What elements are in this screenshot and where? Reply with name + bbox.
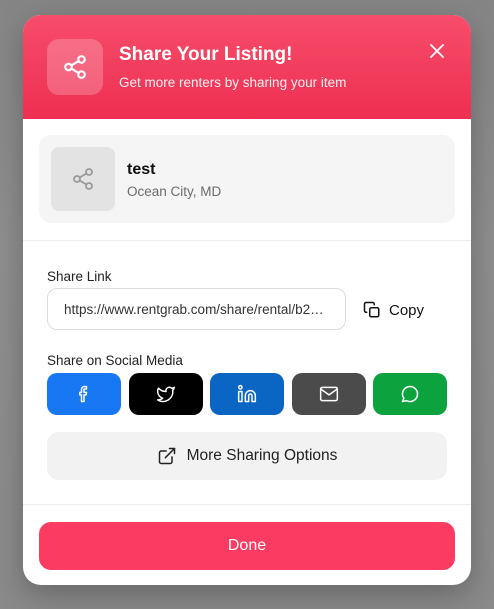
share-icon [73, 168, 93, 190]
listing-card: test Ocean City, MD [39, 135, 455, 223]
whatsapp-icon [401, 385, 419, 403]
whatsapp-share-button[interactable] [373, 373, 447, 415]
modal-header: Share Your Listing! Get more renters by … [23, 15, 471, 119]
listing-section: test Ocean City, MD [23, 119, 471, 241]
close-button[interactable] [423, 37, 451, 65]
modal-subtitle: Get more renters by sharing your item [119, 75, 347, 90]
external-link-icon [158, 447, 175, 465]
close-icon [430, 44, 444, 58]
social-label: Share on Social Media [47, 353, 183, 368]
share-link-field[interactable]: https://www.rentgrab.com/share/rental/b2… [47, 288, 346, 330]
more-sharing-options-label: More Sharing Options [186, 447, 338, 464]
modal-title: Share Your Listing! [119, 44, 293, 65]
done-button[interactable]: Done [39, 522, 455, 570]
twitter-share-button[interactable] [129, 373, 203, 415]
copy-button[interactable]: Copy [363, 295, 424, 325]
facebook-share-button[interactable] [47, 373, 121, 415]
linkedin-icon [237, 384, 257, 403]
modal-footer: Done [23, 504, 471, 585]
more-sharing-options-button[interactable]: More Sharing Options [47, 432, 447, 480]
facebook-icon [79, 385, 88, 403]
listing-title: test [127, 161, 156, 178]
share-link-value: https://www.rentgrab.com/share/rental/b2… [64, 301, 329, 317]
copy-icon [363, 301, 380, 318]
share-modal: Share Your Listing! Get more renters by … [23, 15, 471, 585]
share-link-label: Share Link [47, 269, 112, 284]
copy-label: Copy [389, 301, 425, 319]
twitter-icon [156, 386, 176, 403]
email-share-button[interactable] [292, 373, 366, 415]
listing-thumbnail [51, 147, 115, 211]
linkedin-share-button[interactable] [210, 373, 284, 415]
listing-location: Ocean City, MD [127, 184, 222, 199]
mail-icon [319, 386, 339, 402]
share-icon [47, 39, 103, 95]
